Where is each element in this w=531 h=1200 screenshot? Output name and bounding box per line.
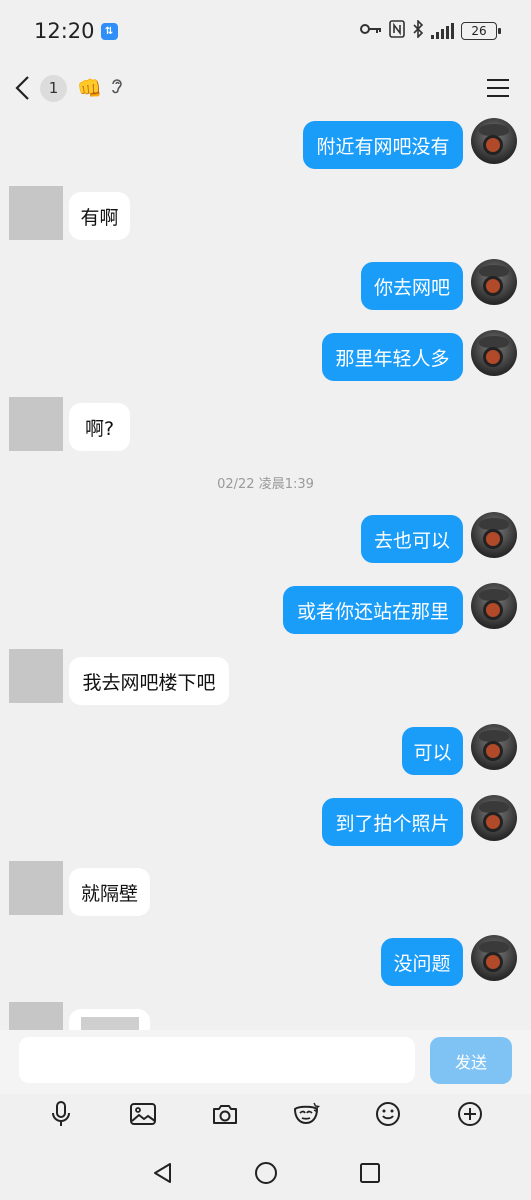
avatar-self[interactable] [471, 118, 517, 164]
status-icons: 26 [360, 19, 501, 42]
avatar-self[interactable] [471, 724, 517, 770]
data-transfer-icon: ⇅ [100, 22, 118, 40]
avatar-contact[interactable] [9, 649, 63, 703]
status-bar: 12:20 ⇅ 26 [0, 0, 531, 62]
key-icon [360, 22, 382, 40]
message-bubble-received[interactable]: 就隔壁 [69, 868, 150, 916]
microphone-icon[interactable] [46, 1099, 76, 1129]
avatar-contact[interactable] [9, 397, 63, 451]
avatar-contact[interactable] [9, 1002, 63, 1030]
message-bubble-sent[interactable]: 那里年轻人多 [322, 333, 463, 381]
avatar-self[interactable] [471, 935, 517, 981]
nav-recents-icon[interactable] [359, 1162, 381, 1188]
message-bubble-sent[interactable]: 或者你还站在那里 [283, 586, 463, 634]
send-button[interactable]: 发送 [430, 1037, 512, 1084]
message-bubble-received[interactable]: 我去网吧楼下吧 [69, 657, 229, 705]
add-icon[interactable] [455, 1099, 485, 1129]
message-text: 去也可以 [373, 529, 450, 552]
message-text: 那里年轻人多 [335, 347, 450, 370]
avatar-self[interactable] [471, 330, 517, 376]
avatar-contact[interactable] [9, 186, 63, 240]
image-message-partial[interactable] [69, 1009, 150, 1031]
avatar-self[interactable] [471, 795, 517, 841]
battery-icon: 26 [461, 22, 501, 40]
message-text: 到了拍个照片 [335, 812, 450, 835]
message-input[interactable] [19, 1037, 415, 1083]
chat-header: 1 👊 [0, 62, 531, 114]
avatar-self[interactable] [471, 583, 517, 629]
message-bubble-sent[interactable]: 你去网吧 [361, 262, 463, 310]
message-bubble-received[interactable]: 啊? [69, 403, 130, 451]
message-text: 有啊 [80, 206, 119, 229]
fist-emoji-icon: 👊 [77, 76, 102, 100]
bluetooth-icon [412, 19, 424, 42]
message-bubble-sent[interactable]: 可以 [402, 727, 463, 775]
avatar-self[interactable] [471, 259, 517, 305]
avatar-contact[interactable] [9, 861, 63, 915]
image-thumbnail [80, 1017, 139, 1031]
message-text: 可以 [413, 741, 452, 764]
signal-strength-icon [431, 23, 454, 39]
message-text: 啊? [84, 417, 115, 440]
back-button[interactable] [14, 73, 36, 103]
chevron-left-icon [15, 76, 29, 100]
message-text: 附近有网吧没有 [316, 135, 450, 158]
message-bubble-sent[interactable]: 没问题 [381, 938, 463, 986]
input-bar: 发送 [0, 1030, 531, 1094]
camera-icon[interactable] [210, 1099, 240, 1129]
image-icon[interactable] [128, 1099, 158, 1129]
message-text: 我去网吧楼下吧 [82, 671, 216, 694]
message-bubble-sent[interactable]: 到了拍个照片 [322, 798, 463, 846]
mask-sticker-icon[interactable] [291, 1099, 321, 1129]
avatar-self[interactable] [471, 512, 517, 558]
unread-count-badge[interactable]: 1 [40, 74, 67, 102]
message-text: 没问题 [393, 952, 451, 975]
message-timestamp: 02/22 凌晨1:39 [217, 477, 314, 492]
message-bubble-sent[interactable]: 去也可以 [361, 515, 463, 563]
message-bubble-sent[interactable]: 附近有网吧没有 [303, 121, 463, 169]
nav-back-icon[interactable] [151, 1161, 173, 1189]
message-text: 就隔壁 [80, 882, 138, 905]
nav-home-icon[interactable] [254, 1161, 278, 1189]
message-bubble-received[interactable]: 有啊 [69, 192, 130, 240]
nfc-icon [389, 20, 405, 42]
battery-level: 26 [471, 24, 487, 38]
message-text: 你去网吧 [373, 276, 450, 299]
chat-toolbar [0, 1094, 531, 1134]
clock: 12:20 [34, 19, 95, 43]
menu-icon[interactable] [487, 79, 509, 97]
ear-icon [110, 77, 124, 99]
system-nav-bar [0, 1150, 531, 1200]
emoji-icon[interactable] [373, 1099, 403, 1129]
message-text: 或者你还站在那里 [296, 600, 449, 623]
